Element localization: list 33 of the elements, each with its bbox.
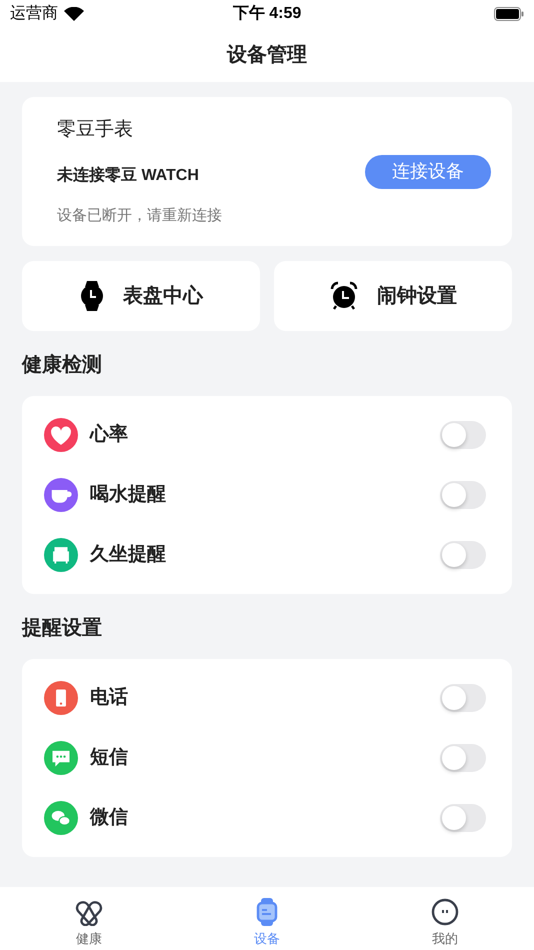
page-title: 设备管理 [227, 43, 307, 68]
alarm-clock-icon [329, 281, 359, 311]
shortcut-button[interactable]: 闹钟设置 [274, 261, 512, 331]
toggle-switch[interactable] [440, 684, 486, 712]
tab-bar-item[interactable]: 我的 [356, 897, 534, 948]
watch-icon [79, 280, 105, 312]
device-status: 未连接零豆 WATCH [57, 165, 200, 186]
connect-button[interactable]: 连接设备 [365, 154, 491, 188]
battery-icon [494, 7, 524, 21]
face-icon [431, 898, 459, 926]
setting-label: 喝水提醒 [90, 482, 167, 507]
toggle-switch[interactable] [440, 804, 486, 832]
section-title: 健康检测 [22, 352, 103, 378]
toggle-switch[interactable] [440, 481, 486, 509]
watch-icon [256, 897, 278, 927]
shortcut-button[interactable]: 表盘中心 [22, 261, 260, 331]
section-title: 提醒设置 [22, 616, 103, 641]
toggle-switch[interactable] [440, 744, 486, 772]
setting-label: 心率 [90, 422, 129, 447]
toggle-switch[interactable] [440, 541, 486, 569]
carrier-label: 运营商 [10, 4, 58, 24]
heart-icon [73, 898, 105, 926]
setting-label: 微信 [90, 806, 129, 830]
status-time: 下午 4:59 [232, 4, 302, 24]
setting-label: 电话 [90, 686, 129, 710]
tab-bar-item[interactable]: 设备 [178, 897, 356, 948]
setting-label: 久坐提醒 [90, 542, 167, 567]
device-hint: 设备已断开，请重新连接 [57, 206, 222, 226]
setting-label: 短信 [90, 746, 129, 770]
wifi-icon [64, 7, 84, 21]
toggle-switch[interactable] [440, 421, 486, 449]
tab-bar-item[interactable]: 健康 [0, 897, 178, 948]
device-name: 零豆手表 [57, 118, 134, 142]
